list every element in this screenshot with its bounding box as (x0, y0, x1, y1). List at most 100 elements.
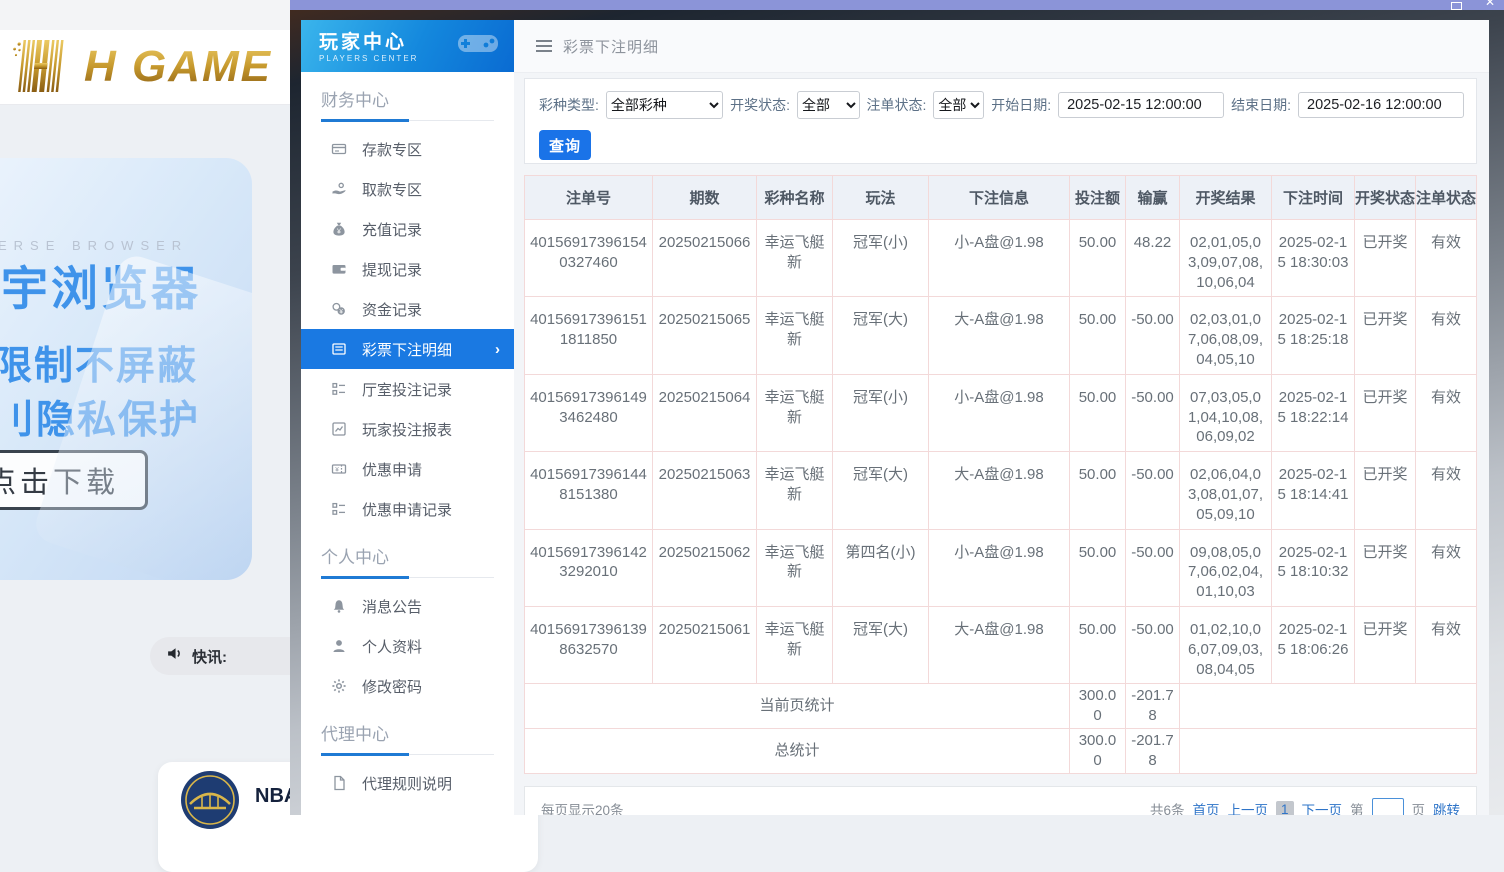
first-page-link[interactable]: 首页 (1192, 799, 1219, 815)
column-header: 开奖状态 (1355, 176, 1416, 220)
bets-table: 注单号期数彩种名称玩法下注信息投注额输赢开奖结果下注时间开奖状态注单状态 401… (524, 175, 1477, 774)
sidebar-item-label: 提现记录 (362, 259, 422, 280)
table-cell: 20250215066 (653, 220, 757, 297)
sidebar-item-profile-person[interactable]: 个人资料 (301, 626, 514, 666)
table-row: 40156917396139863257020250215061幸运飞艇新冠军(… (525, 606, 1477, 683)
sidebar-item-team-news[interactable]: 代理团队统计 (301, 803, 514, 815)
news-ticker-label: 快讯: (192, 646, 227, 667)
sidebar-item-funds-coins[interactable]: ¥资金记录 (301, 289, 514, 329)
lottery-type-select[interactable]: 全部彩种 (606, 91, 723, 119)
sidebar-item-label: 代理规则说明 (362, 773, 452, 794)
sidebar-item-report-chart[interactable]: 玩家投注报表 (301, 409, 514, 449)
sidebar-item-rules-file[interactable]: 代理规则说明 (301, 763, 514, 803)
lottery-doc-icon (331, 341, 347, 357)
table-cell: 有效 (1416, 220, 1477, 297)
sidebar-item-label: 优惠申请记录 (362, 499, 452, 520)
sidebar-section-title: 个人中心 (301, 529, 514, 568)
password-gear-icon (331, 678, 347, 694)
section-divider (321, 577, 494, 578)
table-cell: 07,03,05,01,04,10,08,06,09,02 (1180, 374, 1272, 451)
main-titlebar: 彩票下注明细 (514, 20, 1489, 73)
table-cell: 有效 (1416, 374, 1477, 451)
table-cell: 大-A盘@1.98 (929, 606, 1070, 683)
table-cell: 幸运飞艇新 (757, 452, 833, 529)
notice-bell-icon (331, 598, 347, 614)
table-cell: 已开奖 (1355, 452, 1416, 529)
svg-text:¥: ¥ (335, 467, 339, 474)
table-cell: 幸运飞艇新 (757, 529, 833, 606)
order-status-select[interactable]: 全部 (933, 91, 984, 119)
sidebar-item-recharge-moneybag[interactable]: ¥充值记录 (301, 209, 514, 249)
prev-page-link[interactable]: 上一页 (1227, 799, 1268, 815)
end-date-input[interactable] (1298, 92, 1464, 118)
restore-window-icon[interactable] (1451, 2, 1462, 10)
sidebar-item-label: 存款专区 (362, 139, 422, 160)
sidebar-item-promo-ticket[interactable]: ¥优惠申请 (301, 449, 514, 489)
sidebar-item-withdraw-hand[interactable]: 取款专区 (301, 169, 514, 209)
sidebar-section-title: 财务中心 (301, 72, 514, 111)
draw-status-select[interactable]: 全部 (797, 91, 860, 119)
next-page-link[interactable]: 下一页 (1302, 799, 1343, 815)
table-cell: 冠军(大) (833, 452, 929, 529)
sidebar-item-lottery-doc[interactable]: 彩票下注明细› (301, 329, 514, 369)
ad-line2: 限制不屏蔽 (0, 335, 198, 391)
sidebar-item-password-gear[interactable]: 修改密码 (301, 666, 514, 706)
promo-list-icon (331, 501, 347, 517)
column-header: 开奖结果 (1180, 176, 1272, 220)
search-button[interactable]: 查询 (539, 130, 591, 160)
download-button[interactable]: 点击下载 (0, 450, 148, 510)
start-date-input[interactable] (1058, 92, 1224, 118)
table-cell: 已开奖 (1355, 297, 1416, 374)
funds-coins-icon: ¥ (331, 301, 347, 317)
summary-winloss-total: -201.78 (1126, 728, 1180, 773)
table-cell: 有效 (1416, 452, 1477, 529)
sidebar-item-label: 消息公告 (362, 596, 422, 617)
jump-button[interactable]: 跳转 (1433, 799, 1460, 815)
table-cell: 2025-02-15 18:25:18 (1272, 297, 1355, 374)
speaker-icon (166, 645, 183, 667)
table-cell: 401569173961511811850 (525, 297, 653, 374)
column-header: 下注时间 (1272, 176, 1355, 220)
start-date-label: 开始日期: (991, 95, 1051, 115)
column-header: 下注信息 (929, 176, 1070, 220)
page-size-text: 每页显示20条 (541, 799, 624, 815)
table-row: 40156917396151181185020250215065幸运飞艇新冠军(… (525, 297, 1477, 374)
sidebar: 玩家中心 PLAYERS CENTER 财务中心存款专区取款专区¥充值记录提现记… (301, 20, 514, 815)
table-cell: 幸运飞艇新 (757, 606, 833, 683)
order-status-label: 注单状态: (867, 95, 927, 115)
sidebar-item-label: 玩家投注报表 (362, 419, 452, 440)
column-header: 玩法 (833, 176, 929, 220)
table-cell: 20250215063 (653, 452, 757, 529)
close-window-icon[interactable]: ✕ (1485, 0, 1495, 8)
table-cell: 401569173961493462480 (525, 374, 653, 451)
table-cell: 幸运飞艇新 (757, 220, 833, 297)
table-cell: 大-A盘@1.98 (929, 297, 1070, 374)
sidebar-item-hall-list[interactable]: 厅室投注记录 (301, 369, 514, 409)
table-cell: 有效 (1416, 529, 1477, 606)
table-cell: 2025-02-15 18:10:32 (1272, 529, 1355, 606)
summary-winloss-total: -201.78 (1126, 684, 1180, 729)
sidebar-item-withdraw-wallet[interactable]: 提现记录 (301, 249, 514, 289)
sidebar-item-deposit-card[interactable]: 存款专区 (301, 129, 514, 169)
column-header: 注单号 (525, 176, 653, 220)
sidebar-item-promo-list[interactable]: 优惠申请记录 (301, 489, 514, 529)
table-row: 40156917396149346248020250215064幸运飞艇新冠军(… (525, 374, 1477, 451)
table-cell: 第四名(小) (833, 529, 929, 606)
sidebar-item-notice-bell[interactable]: 消息公告 (301, 586, 514, 626)
players-center-popup: 玩家中心 PLAYERS CENTER 财务中心存款专区取款专区¥充值记录提现记… (290, 10, 1504, 815)
table-cell: 20250215065 (653, 297, 757, 374)
summary-empty-cell (1180, 684, 1477, 729)
hamburger-icon[interactable] (536, 40, 552, 52)
jump-page-input[interactable] (1372, 798, 1404, 815)
popup-titlebar: ✕ (290, 0, 1504, 10)
table-cell: 已开奖 (1355, 374, 1416, 451)
summary-empty-cell (1180, 728, 1477, 773)
sidebar-section-title: 代理中心 (301, 706, 514, 745)
browser-ad-banner[interactable]: ERSE BROWSER 宇浏览器 限制不屏蔽 刂隐私保护 点击下载 (0, 158, 252, 580)
table-cell: 已开奖 (1355, 220, 1416, 297)
table-cell: 小-A盘@1.98 (929, 374, 1070, 451)
current-page-indicator[interactable]: 1 (1276, 801, 1294, 815)
hh-logo-icon (12, 36, 78, 99)
site-logo[interactable]: H GAME (12, 36, 272, 99)
section-divider (321, 754, 494, 755)
